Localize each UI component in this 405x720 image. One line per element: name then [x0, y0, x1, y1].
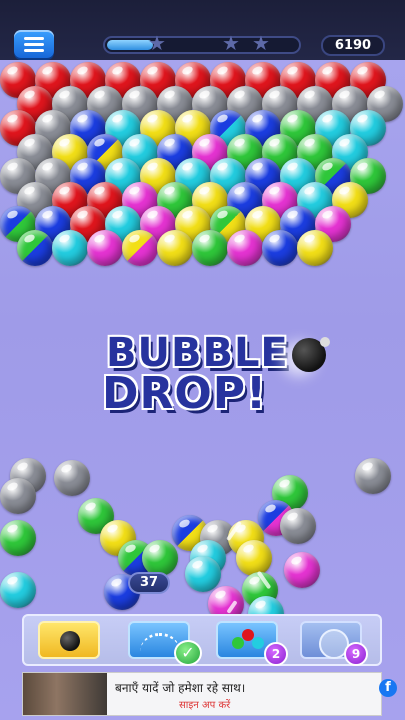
bubble: [185, 556, 221, 592]
color-bubbles-icon: [232, 629, 266, 653]
bubble: [87, 230, 123, 266]
ad-banner[interactable]: बनाएँ यादें जो हमेशा रहे साथ। साइन अप कर…: [22, 672, 397, 716]
menu-icon-line: [24, 43, 44, 46]
menu-icon-line: [24, 37, 44, 40]
bubble: [122, 230, 158, 266]
bubble: [236, 540, 272, 576]
menu-button[interactable]: [14, 30, 54, 58]
bubble: [142, 540, 178, 576]
bubble: [54, 460, 90, 496]
bubble: [157, 230, 193, 266]
swap-booster-count-badge: 9: [344, 642, 368, 666]
bubble: [0, 520, 36, 556]
bomb-icon: [60, 631, 80, 651]
star-icon: ★: [222, 31, 240, 55]
ad-cta-link[interactable]: साइन अप करें: [179, 697, 230, 711]
bubble: [297, 230, 333, 266]
bomb-booster-button[interactable]: [38, 621, 100, 659]
star-icon: ★: [252, 31, 270, 55]
ad-image: [23, 673, 107, 715]
bubble: [262, 230, 298, 266]
menu-icon-line: [24, 49, 44, 52]
score-progress-bar: [103, 36, 301, 54]
bubble: [0, 478, 36, 514]
bubble: [17, 230, 53, 266]
top-bar: ★ ★ ★ 6190: [0, 0, 405, 60]
bubble: [355, 458, 391, 494]
ad-headline: बनाएँ यादें जो हमेशा रहे साथ।: [115, 681, 246, 695]
color-booster-count-badge: 2: [264, 642, 288, 666]
check-icon: ✓: [174, 640, 202, 666]
bubble: [284, 552, 320, 588]
score-progress-fill: [107, 40, 153, 50]
bubble: [0, 572, 36, 608]
facebook-icon: f: [379, 679, 397, 697]
bubble: [280, 508, 316, 544]
shots-remaining-counter: 37: [128, 572, 170, 594]
logo-line-2: DROP!: [102, 368, 268, 419]
bubble: [192, 230, 228, 266]
bubble: [52, 230, 88, 266]
bomb-fuse-spark: [320, 337, 330, 347]
star-icon: ★: [148, 31, 166, 55]
score-display: 6190: [321, 35, 385, 56]
bubble: [227, 230, 263, 266]
